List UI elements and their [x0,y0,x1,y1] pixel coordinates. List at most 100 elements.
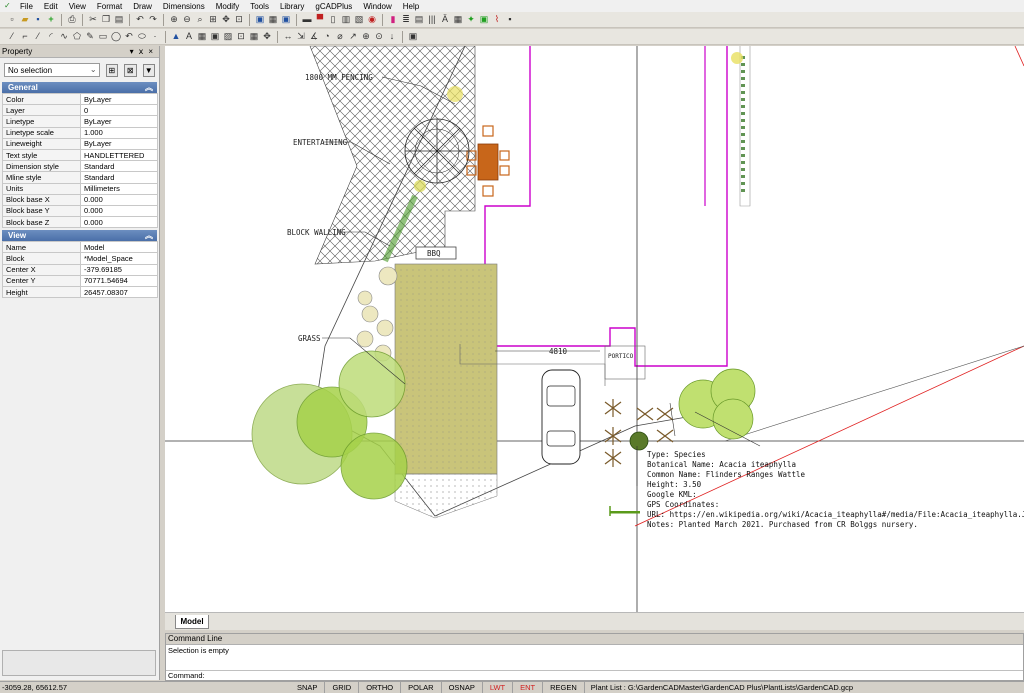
menu-window[interactable]: Window [363,2,391,11]
polar-toggle[interactable]: POLAR [401,681,442,693]
menu-format[interactable]: Format [97,2,122,11]
image-insert-icon[interactable]: ▨ [222,31,234,43]
menu-draw[interactable]: Draw [133,2,152,11]
property-row[interactable]: Block base X 0.000 [2,193,158,206]
command-input[interactable]: Command: [166,670,1023,680]
table-icon[interactable]: ▦ [452,14,464,26]
dimension-icon[interactable]: ↔ [282,31,294,43]
chart-icon[interactable]: ⌇ [491,14,503,26]
dimension-diameter-icon[interactable]: ⌀ [334,31,346,43]
window-icon[interactable]: ▣ [407,31,419,43]
property-value[interactable]: HANDLETTERED [80,148,158,162]
snap-toggle[interactable]: SNAP [290,681,326,693]
new-icon[interactable]: ▫ [6,14,18,26]
point-icon[interactable]: · [149,31,161,43]
menu-file[interactable]: File [20,2,33,11]
property-value[interactable]: ByLayer [80,115,158,128]
regen-toggle[interactable]: REGEN [543,681,585,693]
panel-menu-icon[interactable]: ▾ [130,47,134,56]
zoom-extents-icon[interactable]: ⊡ [233,14,245,26]
property-value[interactable]: Model [80,241,158,254]
center-mark-icon[interactable]: ⊙ [373,31,385,43]
arc-icon[interactable]: ◜ [45,31,57,43]
ortho-toggle[interactable]: ORTHO [359,681,402,693]
ellipse-icon[interactable]: ⬭ [136,31,148,43]
property-row[interactable]: Block base Y 0.000 [2,204,158,218]
drawing-svg[interactable]: 1800 MM FENCING ENTERTAINING BLOCK WALLI… [165,46,1024,612]
property-row[interactable]: Layer 0 [2,104,158,117]
grid-icon[interactable]: ▤ [413,14,425,26]
property-value[interactable]: Millimeters [80,182,158,195]
property-row[interactable]: Lineweight ByLayer [2,137,158,150]
spline-icon[interactable]: ∿ [58,31,70,43]
pan-icon[interactable]: ✥ [220,14,232,26]
zoom-in-icon[interactable]: ⊕ [168,14,180,26]
linetype-icon[interactable]: ▬ [301,14,313,26]
block-define-icon[interactable]: ▣ [209,31,221,43]
property-value[interactable]: 1.000 [80,126,158,139]
plant-icon[interactable]: ✦ [465,14,477,26]
open-icon[interactable]: ▰ [19,14,31,26]
tolerance-icon[interactable]: ⊕ [360,31,372,43]
move-icon[interactable]: ✥ [261,31,273,43]
property-row[interactable]: Color ByLayer [2,92,158,106]
property-row[interactable]: Units Millimeters [2,182,158,195]
menu-library[interactable]: Library [280,2,304,11]
property-value[interactable]: 0 [80,104,158,117]
layer-icon[interactable]: ▣ [254,14,266,26]
zoom-all-icon[interactable]: ⊞ [207,14,219,26]
property-row[interactable]: Text style HANDLETTERED [2,148,158,162]
image-icon[interactable]: ▧ [353,14,365,26]
property-value[interactable]: 0.000 [80,216,158,229]
property-row[interactable]: Linetype scale 1.000 [2,126,158,139]
selected-plant[interactable] [629,431,649,451]
cut-icon[interactable]: ✂ [87,14,99,26]
select-objects-icon[interactable]: ⊠ [124,63,137,77]
dimension-radius-icon[interactable]: ◔ [321,31,333,43]
property-row[interactable]: Block base Z 0.000 [2,216,158,229]
ent-toggle[interactable]: ENT [513,681,544,693]
barcode-icon[interactable]: ||| [426,14,438,26]
filter-icon[interactable]: ▼ [142,63,155,77]
pin-icon[interactable]: ⅹ [139,47,144,56]
view-section-header[interactable]: View ︽ [2,230,157,242]
view-icon[interactable]: ▣ [280,14,292,26]
property-value[interactable]: 70771.54694 [80,274,158,288]
lineweight-icon[interactable]: ▀ [314,14,326,26]
dimension-angular-icon[interactable]: ∡ [308,31,320,43]
quick-select-icon[interactable]: ⊞ [105,63,119,77]
leader-icon[interactable]: ↗ [347,31,359,43]
property-value[interactable]: ByLayer [80,92,158,106]
zoom-out-icon[interactable]: ⊖ [181,14,193,26]
property-row[interactable]: Height 26457.08307 [2,285,158,299]
palette-icon[interactable]: ▪ [504,14,516,26]
layers-stack-icon[interactable]: ≣ [400,14,412,26]
polygon-icon[interactable]: ⬠ [71,31,83,43]
redo-icon[interactable]: ↷ [147,14,159,26]
ordinate-icon[interactable]: ↓ [386,31,398,43]
property-value[interactable]: Standard [80,171,158,184]
copy-icon[interactable]: ❐ [100,14,112,26]
collapse-icon[interactable]: ︽ [145,82,153,93]
general-section-header[interactable]: General ︽ [2,82,157,93]
collapse-icon[interactable]: ︽ [145,230,153,241]
menu-tools[interactable]: Tools [250,2,269,11]
property-row[interactable]: Center Y 70771.54694 [2,274,158,288]
menu-gcadplus[interactable]: gCADPlus [315,2,352,11]
block-icon[interactable]: ▥ [340,14,352,26]
property-value[interactable]: 0.000 [80,204,158,218]
property-value[interactable]: -379.69185 [80,263,158,276]
add-icon[interactable]: + [45,14,57,26]
property-row[interactable]: Center X -379.69185 [2,263,158,276]
property-row[interactable]: Name Model [2,241,158,254]
property-row[interactable]: Block *Model_Space [2,252,158,265]
menu-dimensions[interactable]: Dimensions [163,2,205,11]
selection-dropdown[interactable]: No selection ⌄ [4,63,100,77]
save-icon[interactable]: ▪ [32,14,44,26]
table-insert-icon[interactable]: ▦ [248,31,260,43]
osnap-toggle[interactable]: OSNAP [442,681,483,693]
tree-icon[interactable]: ▣ [478,14,490,26]
shape-icon[interactable]: ◉ [366,14,378,26]
zoom-window-icon[interactable]: ⌕ [194,14,206,26]
ray-icon[interactable]: ⁄ [32,31,44,43]
